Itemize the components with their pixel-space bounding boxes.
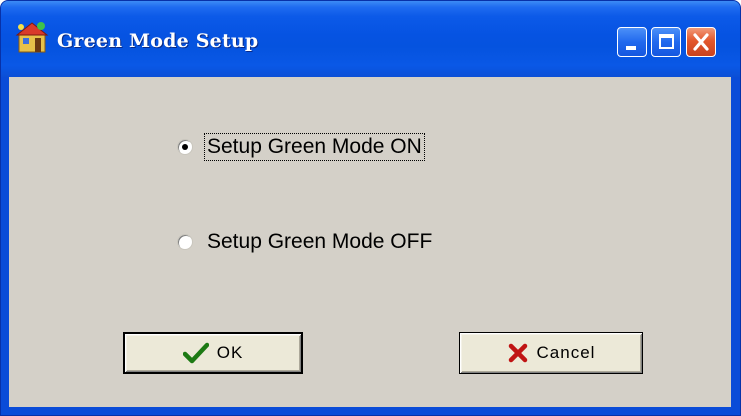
- radio-selected-dot: [182, 144, 188, 150]
- minimize-icon: [626, 46, 636, 50]
- option-on-label[interactable]: Setup Green Mode ON: [204, 133, 425, 161]
- maximize-icon: [659, 34, 674, 49]
- option-off-label[interactable]: Setup Green Mode OFF: [205, 229, 434, 255]
- close-icon: [693, 33, 709, 51]
- x-icon: [508, 343, 527, 363]
- checkmark-icon: [182, 342, 209, 364]
- minimize-button[interactable]: [617, 27, 647, 57]
- app-icon: [15, 22, 49, 53]
- radio-button-off[interactable]: [177, 234, 193, 250]
- option-green-mode-off[interactable]: Setup Green Mode OFF: [177, 228, 434, 256]
- cancel-button-label: Cancel: [536, 343, 596, 362]
- ok-button[interactable]: OK: [123, 332, 303, 374]
- window-title: Green Mode Setup: [57, 30, 259, 52]
- option-green-mode-on[interactable]: Setup Green Mode ON: [177, 133, 425, 161]
- maximize-button[interactable]: [651, 27, 681, 57]
- title-bar[interactable]: Green Mode Setup: [1, 1, 740, 77]
- close-button[interactable]: [686, 27, 716, 57]
- radio-button-on[interactable]: [177, 139, 193, 155]
- dialog-window: Green Mode Setup Setup Green Mode ON Set…: [0, 0, 741, 416]
- ok-button-label: OK: [216, 343, 244, 362]
- dialog-body: Setup Green Mode ON Setup Green Mode OFF…: [9, 77, 731, 407]
- cancel-button[interactable]: Cancel: [459, 332, 643, 374]
